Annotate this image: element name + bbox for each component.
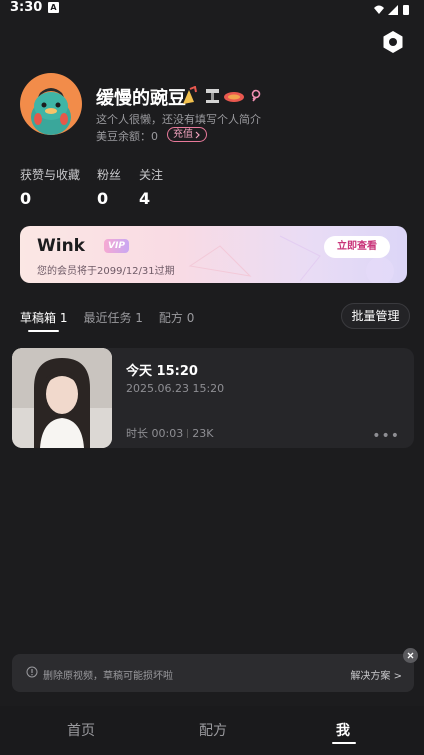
settings-button[interactable] bbox=[381, 30, 405, 54]
close-icon bbox=[407, 652, 414, 659]
balance-label: 美豆余额：0 bbox=[96, 130, 158, 143]
solution-link[interactable]: 解决方案 > bbox=[350, 667, 402, 682]
status-time: 3:30 bbox=[10, 0, 43, 15]
gear-icon bbox=[383, 31, 403, 53]
stat-value: 0 bbox=[20, 189, 32, 208]
info-icon bbox=[26, 666, 38, 678]
batch-manage-button[interactable]: 批量管理 bbox=[341, 303, 410, 329]
system-icons bbox=[372, 1, 416, 20]
draft-card[interactable]: 今天 15:20 2025.06.23 15:20 时长 00:03 23K •… bbox=[12, 348, 414, 448]
stat-value: 4 bbox=[139, 189, 151, 208]
toast-close-button[interactable] bbox=[403, 648, 418, 663]
notification-icon: A bbox=[48, 2, 59, 13]
vip-card[interactable]: Wink VIP 您的会员将于2099/12/31过期 立即查看 bbox=[20, 226, 407, 283]
vip-tag: VIP bbox=[104, 239, 129, 253]
status-bar: 3:30 A bbox=[0, 0, 424, 16]
recharge-button[interactable]: 充值 bbox=[167, 127, 207, 142]
celebration-badge-icon bbox=[183, 86, 197, 104]
meta-divider bbox=[187, 428, 189, 438]
gender-female-icon bbox=[251, 89, 261, 102]
signal-icon bbox=[388, 5, 398, 15]
draft-duration: 时长 00:03 bbox=[126, 427, 184, 440]
tab-drafts[interactable]: 草稿箱 1 bbox=[20, 309, 67, 332]
tools-badge-icon bbox=[206, 89, 219, 103]
draft-meta: 时长 00:03 23K bbox=[126, 425, 213, 441]
wifi-icon bbox=[374, 5, 384, 14]
draft-thumbnail[interactable] bbox=[12, 348, 112, 448]
nav-me[interactable]: 我 bbox=[336, 720, 350, 740]
stat-likes[interactable]: 获赞与收藏 0 bbox=[20, 166, 80, 208]
tab-recent-tasks[interactable]: 最近任务 1 bbox=[83, 309, 142, 326]
nav-home[interactable]: 首页 bbox=[67, 720, 95, 740]
stat-following[interactable]: 关注 4 bbox=[139, 166, 163, 208]
vip-expire-text: 您的会员将于2099/12/31过期 bbox=[37, 266, 175, 277]
vip-check-button[interactable]: 立即查看 bbox=[324, 236, 390, 258]
draft-date: 2025.06.23 15:20 bbox=[126, 382, 225, 395]
warning-toast: 删除原视频，草稿可能损坏啦 解决方案 > bbox=[12, 654, 414, 692]
toast-text: 删除原视频，草稿可能损坏啦 bbox=[43, 671, 173, 682]
battery-icon bbox=[403, 5, 409, 15]
vip-brand: Wink bbox=[37, 236, 85, 256]
badge-row[interactable] bbox=[181, 86, 263, 106]
portrait-thumbnail-icon bbox=[12, 348, 112, 448]
chevron-right-icon bbox=[195, 131, 200, 138]
stat-label: 粉丝 bbox=[97, 168, 122, 182]
bio: 这个人很懒，还没有填写个人简介 bbox=[96, 113, 261, 126]
recharge-label: 充值 bbox=[173, 129, 193, 140]
bottom-nav: 首页 配方 我 bbox=[0, 706, 424, 755]
avatar[interactable] bbox=[20, 73, 82, 135]
stat-label: 关注 bbox=[139, 168, 164, 182]
avatar-character-icon bbox=[31, 88, 71, 135]
more-options-icon[interactable]: ••• bbox=[372, 428, 400, 444]
nav-recipes[interactable]: 配方 bbox=[199, 720, 227, 740]
draft-size: 23K bbox=[192, 426, 214, 440]
nav-active-indicator bbox=[332, 742, 356, 744]
tab-bar: 草稿箱 1 最近任务 1 配方 0 bbox=[20, 309, 194, 332]
username: 缓慢的豌豆 bbox=[96, 88, 186, 109]
draft-title: 今天 15:20 bbox=[126, 364, 198, 379]
stat-value: 0 bbox=[97, 189, 109, 208]
stat-fans[interactable]: 粉丝 0 bbox=[97, 166, 121, 208]
flame-badge-icon bbox=[224, 92, 244, 102]
stat-label: 获赞与收藏 bbox=[20, 168, 81, 182]
tab-recipes[interactable]: 配方 0 bbox=[159, 309, 194, 326]
